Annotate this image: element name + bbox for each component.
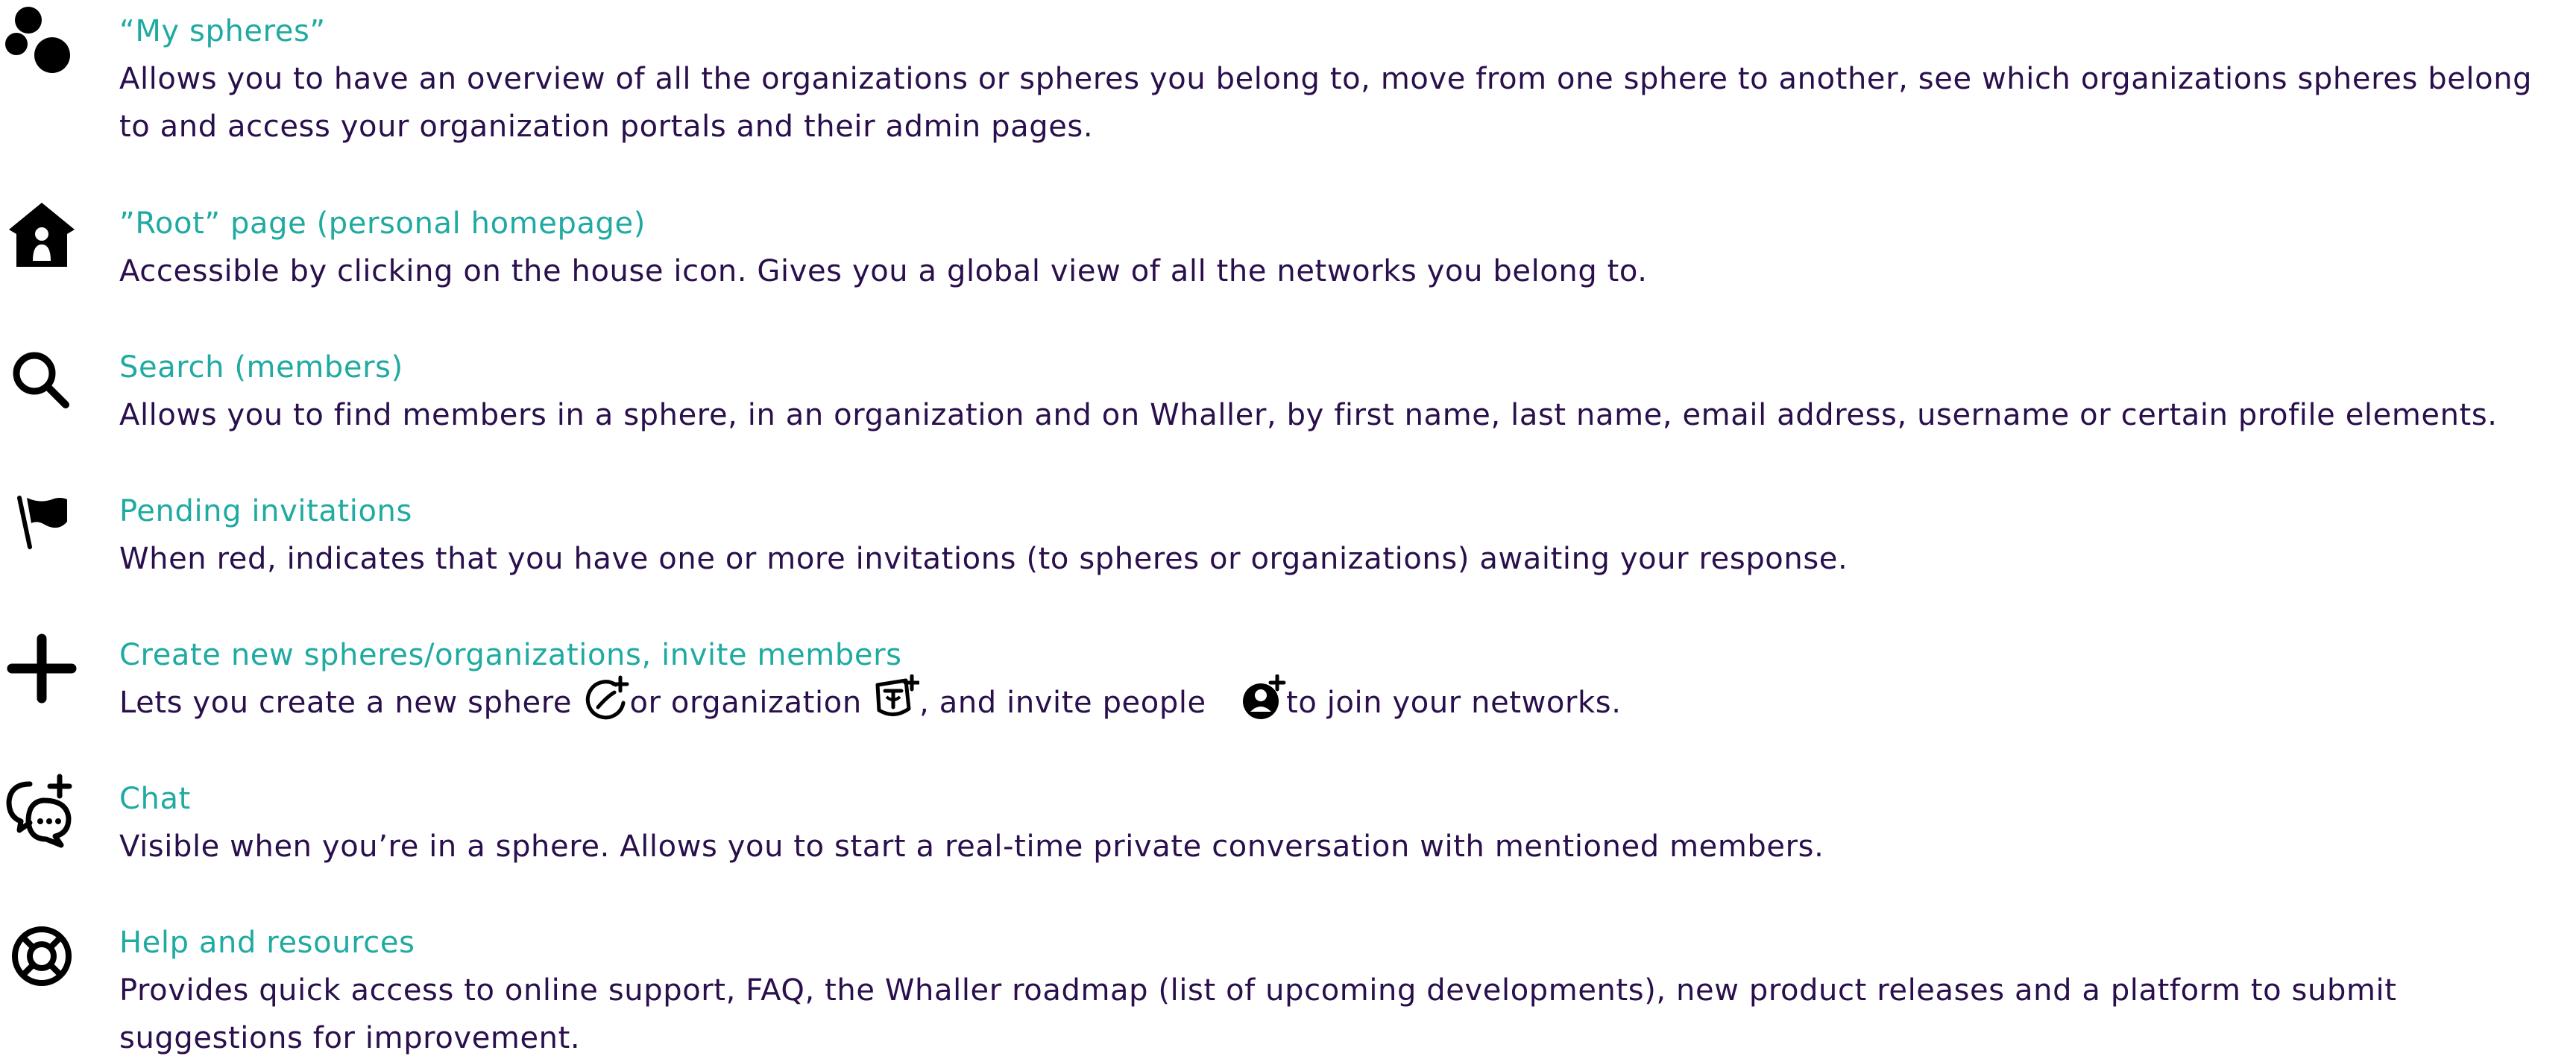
feature-title: Pending invitations	[119, 494, 412, 528]
feature-description: Lets you create a new sphere or organiza…	[119, 674, 1622, 728]
search-icon	[0, 339, 84, 423]
feature-description-cont: to and access your organization portals …	[119, 110, 1094, 144]
feature-description: Visible when you’re in a sphere. Allows …	[119, 829, 1824, 864]
feature-description-cont: suggestions for improvement.	[119, 1021, 581, 1055]
feature-description: Provides quick access to online support,…	[119, 973, 2397, 1008]
feature-description: Accessible by clicking on the house icon…	[119, 254, 1648, 288]
chat-plus-icon	[0, 771, 84, 854]
flag-icon	[0, 483, 84, 566]
feature-description: When red, indicates that you have one or…	[119, 542, 1848, 576]
feature-title: Search (members)	[119, 350, 403, 385]
spheres-icon	[0, 3, 84, 86]
feature-title: Chat	[119, 782, 191, 816]
new-organization-icon	[872, 674, 920, 722]
house-icon	[0, 195, 84, 279]
lifebuoy-icon	[0, 914, 84, 998]
feature-description: Allows you to have an overview of all th…	[119, 62, 2533, 96]
description-part: Lets you create a new sphere	[119, 686, 582, 720]
description-part: , and invite people	[919, 686, 1217, 720]
description-part: to join your networks.	[1286, 686, 1622, 720]
invite-person-icon	[1238, 674, 1286, 722]
feature-title: ”Root” page (personal homepage)	[119, 206, 646, 241]
new-sphere-icon	[582, 674, 629, 722]
feature-description: Allows you to find members in a sphere, …	[119, 398, 2498, 432]
feature-title: Help and resources	[119, 926, 415, 960]
feature-title: Create new spheres/organizations, invite…	[119, 638, 902, 672]
feature-title: “My spheres”	[119, 14, 326, 48]
description-part: or organization	[629, 686, 872, 720]
plus-icon	[0, 627, 84, 710]
